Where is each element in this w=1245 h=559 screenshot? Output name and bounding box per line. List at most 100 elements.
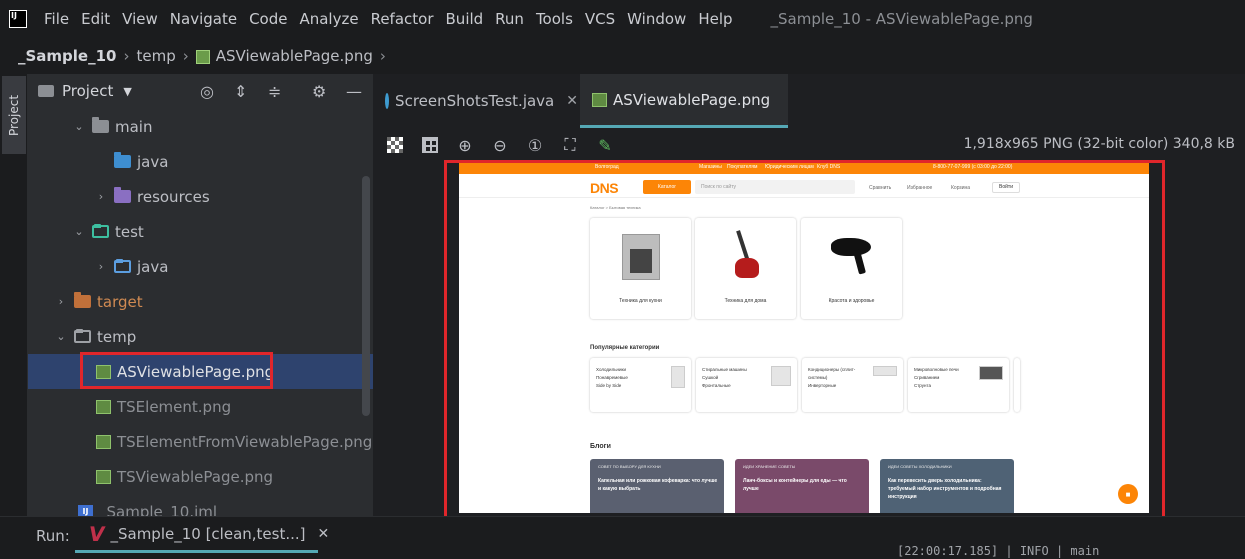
folder-icon — [38, 85, 54, 97]
site-nav-cart: Корзина — [951, 185, 971, 191]
site-blog-title: Как перевесить дверь холодильника: требу… — [888, 478, 1002, 500]
tree-item-test[interactable]: ⌄ test — [28, 214, 373, 249]
site-popular-text: Кондиционеры (сплит- системы) Инверторны… — [808, 366, 855, 390]
site-link: Магазины — [699, 164, 722, 170]
excluded-folder-icon — [74, 292, 91, 308]
menu-analyze[interactable]: Analyze — [293, 10, 364, 28]
chevron-down-icon[interactable]: ▼ — [123, 85, 131, 98]
menu-vcs[interactable]: VCS — [579, 10, 621, 28]
locate-icon[interactable]: ◎ — [200, 82, 214, 101]
tab-asviewablepage-png[interactable]: ASViewablePage.png — [580, 74, 788, 128]
chevron-right-icon[interactable]: › — [54, 295, 68, 308]
project-scrollbar[interactable] — [362, 176, 370, 416]
image-info: 1,918x965 PNG (32-bit color) 340,8 kB — [963, 136, 1235, 152]
tree-item-tselement[interactable]: TSElement.png — [28, 389, 373, 424]
zoom-out-icon[interactable]: ⊖ — [490, 135, 510, 155]
tab-screenshotstest-java[interactable]: ScreenShotsTest.java ✕ — [373, 74, 578, 128]
site-header: DNS Каталог Поиск по сайту Сравнить Избр… — [459, 174, 1149, 198]
site-category-card: Техника для кухни — [590, 218, 691, 319]
site-blog-card: СОВЕТ ПО ВЫБОРУ ДЛЯ КУХНИ Капельная или … — [590, 459, 724, 513]
close-icon[interactable]: ✕ — [566, 93, 578, 109]
site-city: Волгоград — [595, 164, 619, 170]
menu-tools[interactable]: Tools — [530, 10, 579, 28]
tree-item-label: test — [115, 222, 144, 241]
site-blogs-title: Блоги — [590, 443, 611, 450]
menu-build[interactable]: Build — [440, 10, 490, 28]
close-icon[interactable]: ✕ — [318, 526, 330, 542]
menu-help[interactable]: Help — [692, 10, 738, 28]
hairdryer-image — [831, 238, 871, 256]
menu-view[interactable]: View — [116, 10, 164, 28]
site-blog-meta: СОВЕТ ПО ВЫБОРУ ДЛЯ КУХНИ — [598, 464, 661, 469]
menu-window[interactable]: Window — [621, 10, 692, 28]
image-preview[interactable]: Волгоград Магазины Покупателям Юридическ… — [459, 163, 1149, 513]
chevron-down-icon[interactable]: ⌄ — [72, 225, 86, 238]
fit-zoom-icon[interactable]: ⛶ — [560, 135, 580, 155]
menu-refactor[interactable]: Refactor — [365, 10, 440, 28]
java-class-icon — [385, 93, 390, 109]
hide-icon[interactable]: — — [346, 82, 362, 101]
project-tool-tab[interactable]: Project — [2, 76, 26, 154]
menu-run[interactable]: Run — [489, 10, 530, 28]
menu-code[interactable]: Code — [243, 10, 293, 28]
tree-item-asviewablepage[interactable]: ASViewablePage.png — [28, 354, 373, 389]
project-panel-header: Project ▼ ◎ ⇕ ≑ ⚙ — — [28, 74, 373, 108]
tree-item-test-java[interactable]: › java — [28, 249, 373, 284]
menu-file[interactable]: File — [38, 10, 75, 28]
breadcrumb-file[interactable]: ASViewablePage.png — [216, 47, 373, 65]
site-popular-line: Кондиционеры (сплит- — [808, 367, 856, 372]
chevron-down-icon[interactable]: ⌄ — [72, 120, 86, 133]
chevron-right-icon[interactable]: › — [94, 260, 108, 273]
fridge-image — [671, 366, 685, 388]
site-popular-line: Сушкой — [702, 375, 719, 380]
tree-item-label: TSElement.png — [117, 397, 232, 416]
air-conditioner-image — [873, 366, 897, 376]
tree-item-java[interactable]: java — [28, 144, 373, 179]
site-topbar: Волгоград Магазины Покупателям Юридическ… — [459, 163, 1149, 174]
breadcrumb-folder[interactable]: temp — [136, 47, 175, 65]
tree-item-tselementfromviewablepage[interactable]: TSElementFromViewablePage.png — [28, 424, 373, 459]
chevron-right-icon[interactable]: › — [94, 190, 108, 203]
tree-item-label: _Sample_10.iml — [99, 502, 218, 517]
site-popular-line: Понавремевые — [596, 375, 628, 380]
breadcrumb-project[interactable]: _Sample_10 — [18, 47, 116, 65]
tree-item-main[interactable]: ⌄ main — [28, 109, 373, 144]
iml-file-icon: IJ — [78, 504, 93, 516]
tree-item-temp[interactable]: ⌄ temp — [28, 319, 373, 354]
editor-tabs: ScreenShotsTest.java ✕ ASViewablePage.pn… — [373, 74, 1245, 128]
chat-icon: ■ — [1118, 484, 1138, 504]
png-file-icon — [96, 364, 111, 379]
expand-all-icon[interactable]: ⇕ — [234, 82, 247, 101]
collapse-all-icon[interactable]: ≑ — [268, 82, 281, 101]
site-blog-title: Ланч-боксы и контейнеры для еды — что лу… — [743, 478, 847, 492]
gear-icon[interactable]: ⚙ — [312, 82, 326, 101]
grid-icon[interactable] — [420, 135, 440, 155]
site-popular-text: Холодильники Понавремевые Side by Side — [596, 366, 628, 390]
run-label: Run: — [36, 527, 70, 545]
actual-size-icon[interactable]: ① — [525, 135, 545, 155]
tree-item-target[interactable]: › target — [28, 284, 373, 319]
chevron-down-icon[interactable]: ⌄ — [54, 330, 68, 343]
tree-item-tsviewablepage[interactable]: TSViewablePage.png — [28, 459, 373, 494]
project-panel-title[interactable]: Project — [62, 82, 113, 100]
tree-item-label: ASViewablePage.png — [117, 362, 275, 381]
site-popular-text: Микроволновые печи Сгриванием Струнта — [914, 366, 959, 390]
tree-item-resources[interactable]: › resources — [28, 179, 373, 214]
chessboard-background-icon[interactable] — [385, 135, 405, 155]
zoom-in-icon[interactable]: ⊕ — [455, 135, 475, 155]
color-picker-icon[interactable]: ✎ — [595, 135, 615, 155]
menu-navigate[interactable]: Navigate — [164, 10, 243, 28]
chevron-right-icon: › — [379, 47, 386, 65]
png-file-icon — [96, 469, 111, 484]
site-category-card: Красота и здоровье — [801, 218, 902, 319]
site-popular-card: Холодильники Понавремевые Side by Side — [590, 358, 691, 412]
tree-item-iml[interactable]: IJ _Sample_10.iml — [28, 494, 373, 516]
menu-edit[interactable]: Edit — [75, 10, 116, 28]
run-tab[interactable]: V _Sample_10 [clean,test...] ✕ — [75, 517, 329, 553]
tree-item-label: temp — [97, 327, 137, 346]
intellij-logo-icon[interactable]: IJ — [9, 10, 27, 28]
site-popular-line: Микроволновые печи — [914, 367, 959, 372]
site-popular-line: Сгриванием — [914, 375, 940, 380]
site-link: Юридическим лицам — [765, 164, 814, 170]
site-popular-card: Кондиционеры (сплит- системы) Инверторны… — [802, 358, 903, 412]
